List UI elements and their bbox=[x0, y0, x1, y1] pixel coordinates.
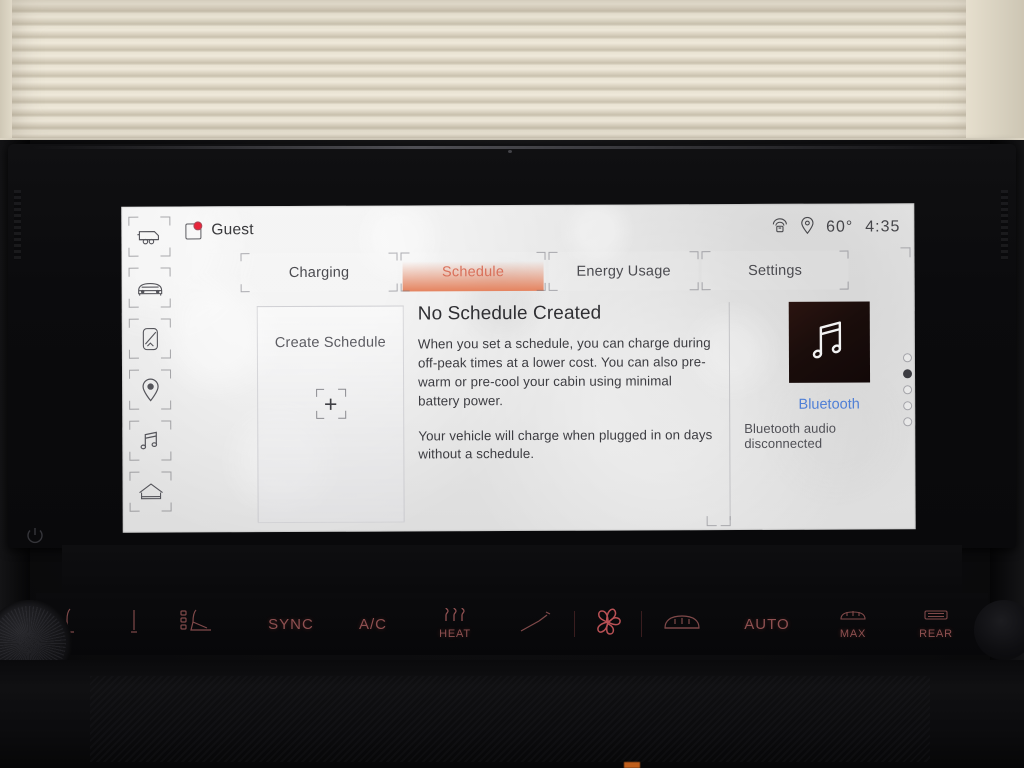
profile-card-icon bbox=[185, 221, 203, 240]
fan-icon bbox=[591, 605, 625, 644]
photo-of-vehicle-infotainment-console: Guest 60° 4:35 Charging Schedule Energy … bbox=[0, 0, 1024, 768]
page-dot[interactable] bbox=[902, 417, 912, 427]
frame-corner-bottom-right bbox=[720, 516, 731, 527]
schedule-panel: Create Schedule + No Schedule Created Wh… bbox=[178, 297, 916, 532]
profile-name: Guest bbox=[211, 221, 254, 239]
console-texture bbox=[90, 676, 930, 762]
air-vent-right bbox=[1001, 190, 1008, 260]
screen-content: Guest 60° 4:35 Charging Schedule Energy … bbox=[177, 203, 915, 532]
status-indicators: 60° 4:35 bbox=[771, 216, 900, 240]
outside-temperature: 60° bbox=[826, 218, 854, 236]
panel-divider bbox=[728, 302, 731, 521]
page-dot[interactable] bbox=[902, 385, 912, 395]
climate-ac-button[interactable]: A/C bbox=[334, 598, 412, 650]
max-defrost-icon bbox=[838, 609, 868, 627]
media-status-text: Bluetooth audio disconnected bbox=[744, 420, 837, 452]
climate-seat-recline-button[interactable] bbox=[498, 598, 574, 650]
seat-vent-icon bbox=[128, 607, 140, 642]
seat-recline-icon bbox=[516, 608, 556, 641]
rear-label: REAR bbox=[919, 627, 953, 640]
tab-label: Charging bbox=[288, 264, 350, 281]
page-dot[interactable] bbox=[902, 401, 912, 411]
sidebar-rail bbox=[121, 206, 178, 532]
tab-label: Energy Usage bbox=[576, 262, 671, 280]
wall-right bbox=[966, 0, 1024, 150]
location-pin-icon bbox=[140, 377, 161, 403]
no-schedule-info: No Schedule Created When you set a sched… bbox=[418, 302, 715, 481]
location-pin-icon[interactable] bbox=[800, 216, 814, 239]
console-amber-light bbox=[624, 762, 640, 768]
page-indicator bbox=[901, 353, 913, 427]
climate-fan-button[interactable] bbox=[575, 598, 641, 650]
page-dot-active[interactable] bbox=[902, 369, 912, 379]
home-icon bbox=[137, 482, 164, 502]
notification-dot bbox=[193, 221, 203, 231]
trailer-icon bbox=[136, 228, 163, 245]
status-bar: Guest 60° 4:35 bbox=[177, 210, 914, 247]
device-phone-icon bbox=[140, 326, 159, 351]
plus-icon: + bbox=[315, 388, 346, 419]
climate-sync-button[interactable]: SYNC bbox=[248, 598, 334, 650]
tab-charging[interactable]: Charging bbox=[240, 252, 398, 293]
climate-heat-button[interactable]: HEAT bbox=[412, 598, 498, 650]
media-source-label[interactable]: Bluetooth bbox=[798, 397, 859, 413]
tab-label: Settings bbox=[748, 262, 803, 279]
air-vent-left bbox=[14, 190, 21, 260]
rear-defrost-icon bbox=[921, 609, 951, 627]
climate-seat-button[interactable] bbox=[160, 598, 248, 650]
windshield-defrost-icon bbox=[661, 608, 703, 641]
sidebar-item-vehicle[interactable] bbox=[128, 267, 171, 308]
lower-bezel bbox=[62, 545, 962, 593]
page-dot[interactable] bbox=[902, 353, 912, 363]
climate-max-defrost-button[interactable]: MAX bbox=[812, 598, 894, 650]
tab-label: Schedule bbox=[441, 263, 505, 280]
sidebar-item-media[interactable] bbox=[129, 420, 172, 461]
max-label: MAX bbox=[839, 627, 867, 640]
tab-settings[interactable]: Settings bbox=[701, 250, 849, 291]
bezel-highlight bbox=[30, 146, 994, 149]
climate-control-bar: SYNC A/C HEAT AUTO MAX REAR bbox=[36, 593, 988, 655]
tab-energy-usage[interactable]: Energy Usage bbox=[548, 251, 699, 291]
album-art-placeholder[interactable] bbox=[788, 301, 870, 383]
info-paragraph-1: When you set a schedule, you can charge … bbox=[417, 335, 711, 409]
window-blinds bbox=[12, 0, 972, 142]
infotainment-screen[interactable]: Guest 60° 4:35 Charging Schedule Energy … bbox=[121, 203, 916, 533]
auto-label: AUTO bbox=[744, 615, 790, 633]
page-title: No Schedule Created bbox=[417, 302, 602, 325]
sidebar-item-home[interactable] bbox=[129, 471, 172, 512]
frame-corner-top-right bbox=[900, 247, 911, 258]
sidebar-item-device[interactable] bbox=[128, 318, 171, 359]
music-note-icon bbox=[139, 430, 161, 452]
seat-icon bbox=[178, 606, 230, 643]
ac-label: A/C bbox=[358, 615, 387, 633]
climate-seat-vent-button[interactable] bbox=[108, 598, 160, 650]
info-paragraph-2: Your vehicle will charge when plugged in… bbox=[418, 426, 713, 462]
sidebar-item-navigation[interactable] bbox=[129, 369, 172, 410]
power-button[interactable] bbox=[24, 525, 46, 547]
bezel-sensor bbox=[508, 150, 512, 153]
profile-button[interactable]: Guest bbox=[185, 221, 254, 240]
tab-bar: Charging Schedule Energy Usage Settings bbox=[240, 250, 849, 293]
climate-rear-defrost-button[interactable]: REAR bbox=[894, 598, 978, 650]
climate-windshield-defrost-button[interactable] bbox=[642, 598, 722, 650]
media-panel: Bluetooth Bluetooth audio disconnected bbox=[744, 297, 915, 530]
music-note-icon bbox=[808, 317, 850, 368]
heat-label: HEAT bbox=[439, 628, 471, 640]
create-schedule-card[interactable]: Create Schedule + bbox=[256, 305, 405, 524]
frame-corner-bottom-left bbox=[706, 516, 717, 527]
clock: 4:35 bbox=[865, 218, 901, 236]
heat-waves-icon bbox=[440, 607, 470, 627]
sidebar-item-trailering[interactable] bbox=[128, 216, 171, 257]
sync-label: SYNC bbox=[268, 615, 314, 633]
climate-auto-button[interactable]: AUTO bbox=[722, 598, 812, 650]
wifi-hotspot-icon[interactable] bbox=[771, 217, 788, 239]
vehicle-front-icon bbox=[135, 278, 164, 297]
tab-schedule[interactable]: Schedule bbox=[400, 251, 546, 292]
create-schedule-label: Create Schedule bbox=[274, 334, 386, 352]
